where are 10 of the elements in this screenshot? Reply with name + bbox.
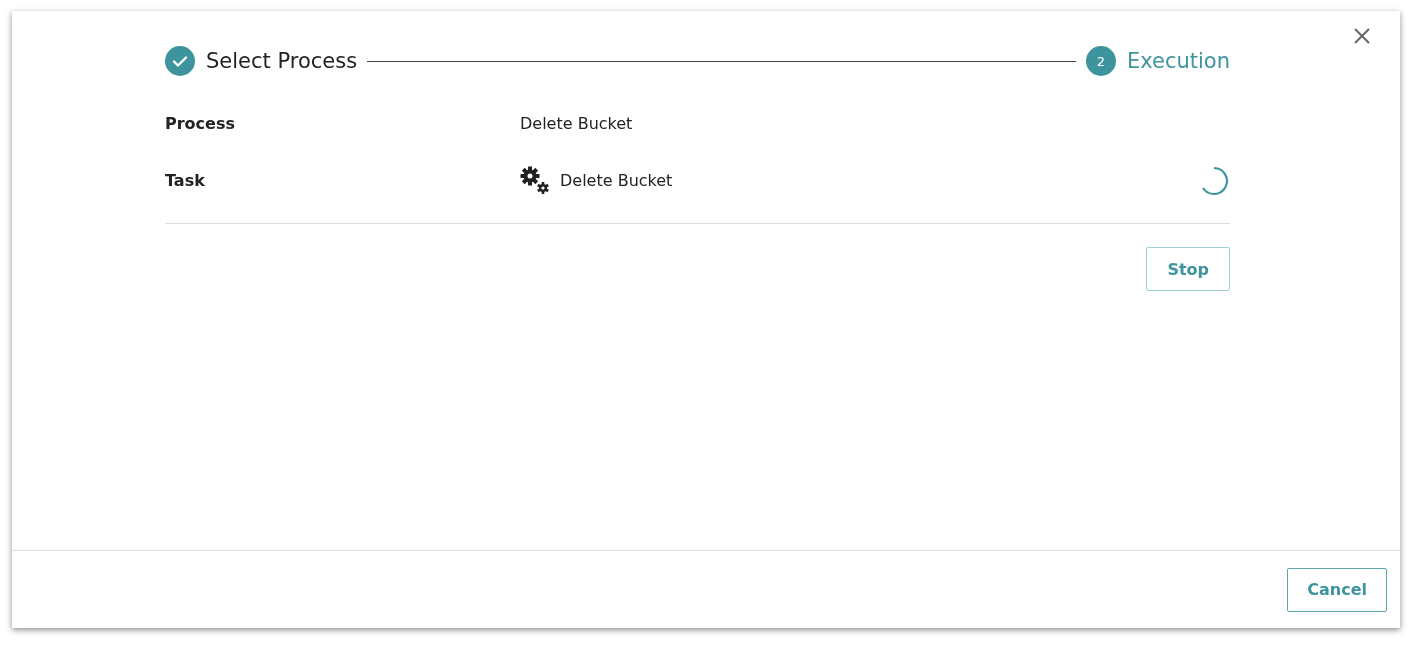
cancel-button[interactable]: Cancel <box>1287 567 1387 612</box>
step-label: Execution <box>1126 49 1230 73</box>
field-label: Task <box>165 171 206 190</box>
step-number: 2 <box>1085 46 1116 76</box>
field-label: Process <box>165 113 236 133</box>
field-value: Delete Bucket <box>520 113 633 133</box>
step-label: Select Process <box>206 49 358 73</box>
stop-button[interactable]: Stop <box>1146 247 1230 291</box>
close-icon[interactable] <box>1353 27 1371 45</box>
field-value: Delete Bucket <box>560 171 673 190</box>
